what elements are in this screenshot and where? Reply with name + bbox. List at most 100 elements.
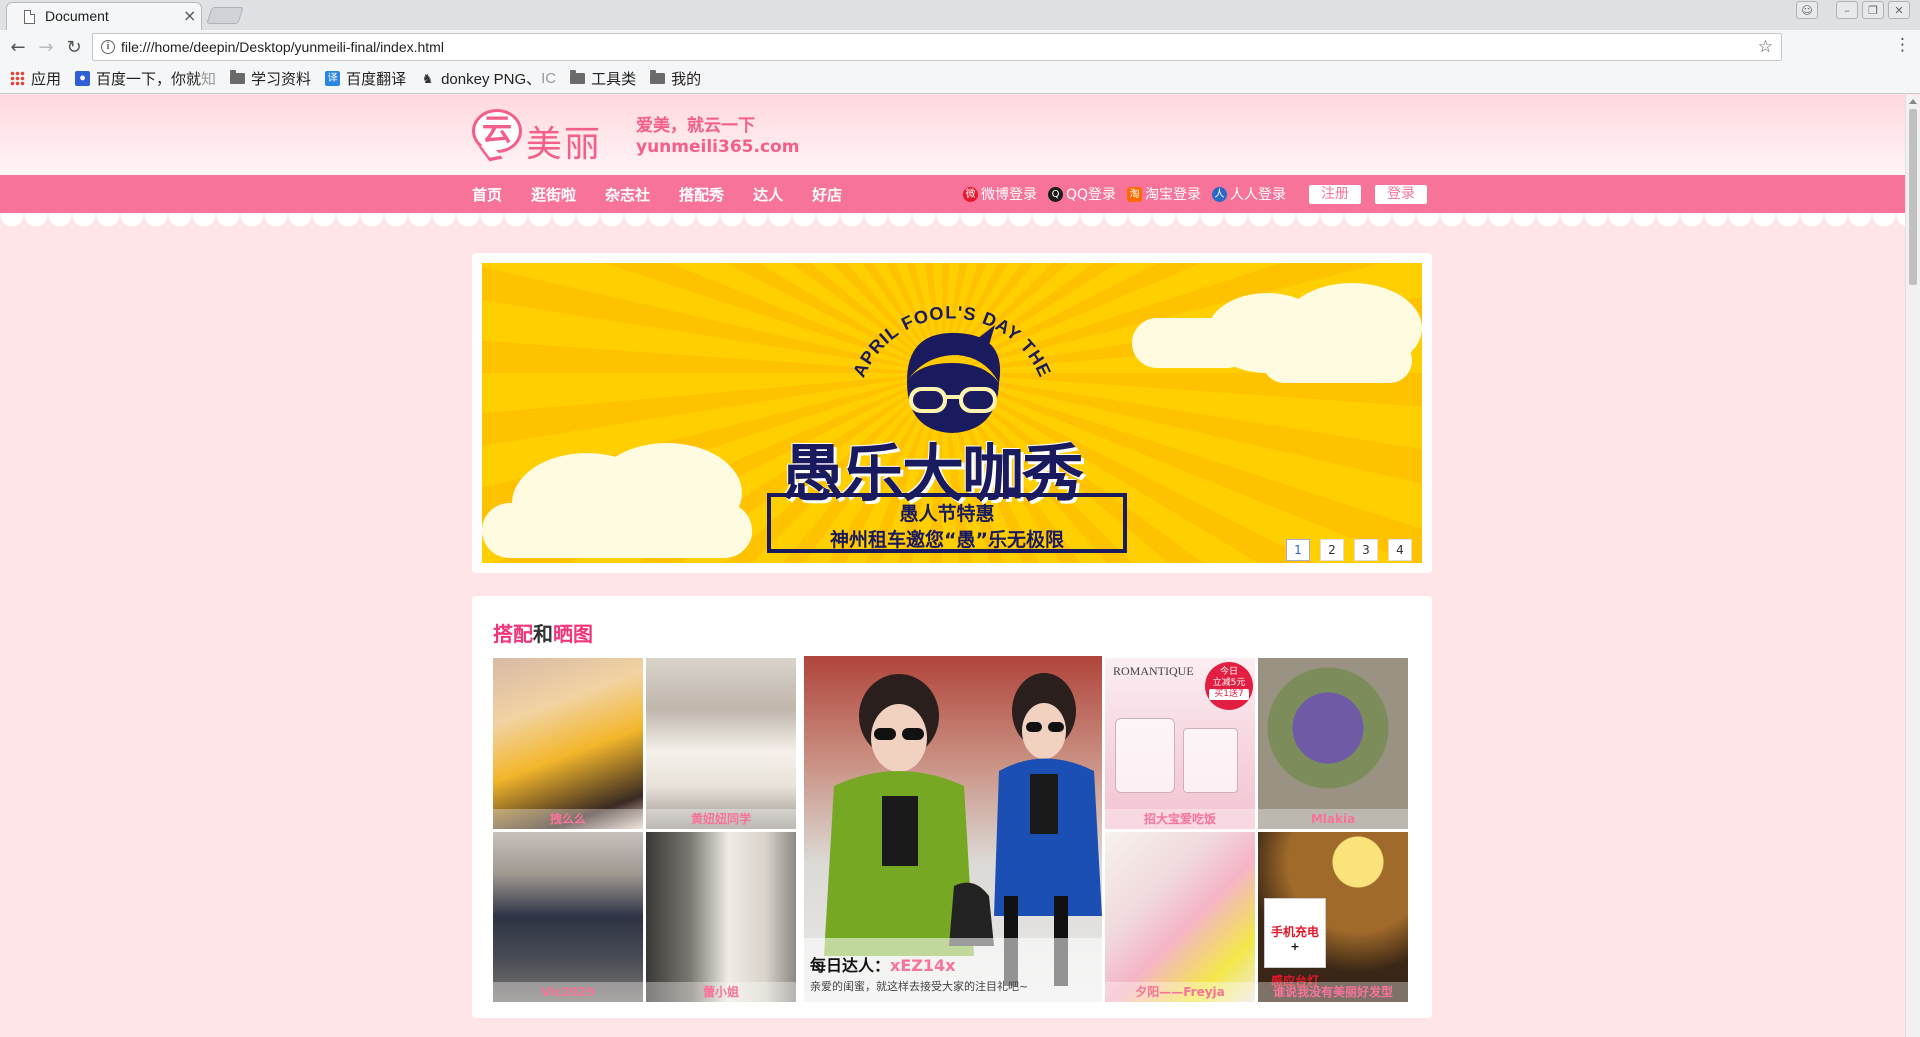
tab-close-button[interactable]: × [183,6,196,25]
register-button[interactable]: 注册 [1309,184,1362,204]
badge-line-1: 今日 [1219,667,1238,677]
pager-button-3[interactable]: 3 [1354,539,1378,561]
tile-caption: 夕阳——Freyja [1105,982,1255,1002]
url-text[interactable]: file:///home/deepin/Desktop/yunmeili-fin… [121,39,444,55]
tile-caption: 蕾小姐 [646,982,796,1002]
tile-caption: Vic2029 [493,982,643,1002]
bookmark-label: 百度翻译 [346,71,407,88]
bookmark-translate[interactable]: 译 百度翻译 [325,68,406,89]
bookmark-label: 工具类 [591,71,637,88]
pager-button-2[interactable]: 2 [1320,539,1344,561]
bookmark-study[interactable]: 学习资料 [230,68,311,89]
tile-caption: 招大宝爱吃饭 [1105,809,1255,829]
lamp-label-1: 手机充电 [1270,925,1319,939]
perfume-brand: ROMANTIQUE [1113,664,1194,678]
baidu-translate-icon: 译 [325,71,341,86]
scroll-up-arrow-icon[interactable] [1909,99,1917,104]
logo-text: 美丽 [526,124,603,165]
banner-subtitle-2: 神州租车邀您“愚”乐无极限 [830,529,1064,551]
badge-line-2: 立减5元 [1212,678,1246,688]
photo-tile[interactable]: 蕾小姐 [646,832,796,1002]
donkey-icon: ♞ [421,71,434,86]
nav-magazine[interactable]: 杂志社 [605,184,650,205]
back-arrow-icon[interactable]: ← [8,37,28,58]
bookmark-apps[interactable]: 应用 [10,68,61,89]
login-label: 淘宝登录 [1145,187,1202,203]
photo-tile[interactable]: 黄妞妞同学 [646,658,796,829]
reload-icon[interactable]: ↻ [64,37,84,58]
bookmark-label: 我的 [671,71,702,88]
lamp-label-2: + [1290,940,1300,953]
banner-subtitle-box: 愚人节特惠 神州租车邀您“愚”乐无极限 [767,493,1127,553]
section-title: 搭配和晒图 [493,618,593,647]
pager-button-1[interactable]: 1 [1286,539,1310,561]
site-logo[interactable]: 云 美丽 [472,107,612,165]
info-icon[interactable]: i [101,40,115,54]
folder-icon [230,70,246,84]
tile-caption: Mlakia [1258,809,1408,829]
nav-home[interactable]: 首页 [472,184,502,205]
nav-shopping[interactable]: 逛街啦 [531,184,576,205]
photo-tile[interactable]: 夕阳——Freyja [1105,832,1255,1002]
bookmark-tools[interactable]: 工具类 [570,68,636,89]
nav-outfit-show[interactable]: 搭配秀 [679,184,724,205]
bookmark-star-icon[interactable]: ☆ [1758,37,1773,57]
photo-tile[interactable]: 手机充电 + 感应台灯 谁说我没有美丽好发型 [1258,832,1408,1002]
scrollbar-thumb[interactable] [1909,109,1917,285]
pager-button-4[interactable]: 4 [1388,539,1412,561]
login-button[interactable]: 登录 [1375,184,1428,204]
browser-tab[interactable]: Document × [6,2,202,30]
renren-login-link[interactable]: 人 人人登录 [1212,184,1286,204]
bookmark-baidu[interactable]: ● 百度一下，你就知 [75,68,216,89]
daily-expert-prefix: 每日达人： [810,956,891,975]
forward-arrow-icon[interactable]: → [36,37,56,58]
qq-login-link[interactable]: Q QQ登录 [1048,184,1116,204]
phone-charger-graphic: 手机充电 + [1264,898,1326,968]
bookmark-label: donkey PNG、 [441,71,542,88]
document-icon [24,10,35,24]
bookmark-mine[interactable]: 我的 [650,68,701,89]
featured-daily-expert[interactable]: 每日达人：xEZ14x 亲爱的闺蜜，就这样去接受大家的注目礼吧~ [804,656,1102,1002]
profile-icon[interactable]: ☺ [1796,1,1818,19]
scallop-divider [0,213,1905,229]
title-part-1: 搭配 [493,622,533,646]
banner-panel: APRIL FOOL'S DAY THEME PARTY 愚乐大咖秀 愚人节特惠… [472,253,1432,573]
slogan: 爱美，就云一下 yunmeili365.com [636,111,799,157]
daily-expert-description: 亲爱的闺蜜，就这样去接受大家的注目礼吧~ [810,980,1029,993]
window-controls: ☺ – ❐ ✕ [1796,1,1910,21]
apps-grid-icon [10,71,25,86]
nav-menu: 首页 逛街啦 杂志社 搭配秀 达人 好店 [472,175,871,213]
new-tab-button[interactable] [206,7,244,24]
photo-tile[interactable]: 拽么么 [493,658,643,829]
photo-tile[interactable]: ROMANTIQUE 今日 立减5元 买1送7 招大宝爱吃饭 [1105,658,1255,829]
tile-caption: 黄妞妞同学 [646,809,796,829]
close-window-button[interactable]: ✕ [1888,1,1910,19]
title-part-3: 晒图 [553,622,593,646]
banner-slide[interactable]: APRIL FOOL'S DAY THEME PARTY 愚乐大咖秀 愚人节特惠… [482,263,1422,563]
social-logins: 微 微博登录 Q QQ登录 淘 淘宝登录 人 人人登录 注册 登录 [963,175,1428,213]
restore-button[interactable]: ❐ [1862,1,1884,19]
perfume-bottle [1115,718,1175,793]
slogan-line1: 爱美，就云一下 [636,116,755,136]
address-bar[interactable]: i file:///home/deepin/Desktop/yunmeili-f… [92,33,1782,61]
bookmark-label: 应用 [31,71,62,88]
page-scrollbar[interactable] [1905,95,1920,1037]
bookmark-donkey[interactable]: ♞ donkey PNG、 IC [420,68,556,89]
taobao-login-link[interactable]: 淘 淘宝登录 [1127,184,1201,204]
banner-pager: 1 2 3 4 [1286,539,1412,561]
tile-caption: 拽么么 [493,809,643,829]
cloud-shape [1132,318,1252,368]
main-navbar: 首页 逛街啦 杂志社 搭配秀 达人 好店 微 微博登录 Q QQ登录 淘 淘宝登… [0,175,1905,213]
folder-icon [570,70,586,84]
photo-tile[interactable]: Vic2029 [493,832,643,1002]
bookmark-label-faded: IC [541,70,557,87]
nav-good-shops[interactable]: 好店 [812,184,842,205]
photo-tile[interactable]: Mlakia [1258,658,1408,829]
bookmark-label: 百度一下，你就 [96,71,202,88]
daily-expert-username[interactable]: xEZ14x [890,956,955,975]
minimize-button[interactable]: – [1836,1,1858,19]
nav-experts[interactable]: 达人 [753,184,783,205]
qq-icon: Q [1048,186,1063,202]
browser-menu-icon[interactable]: ⋮ [1894,35,1911,55]
weibo-login-link[interactable]: 微 微博登录 [963,184,1037,204]
